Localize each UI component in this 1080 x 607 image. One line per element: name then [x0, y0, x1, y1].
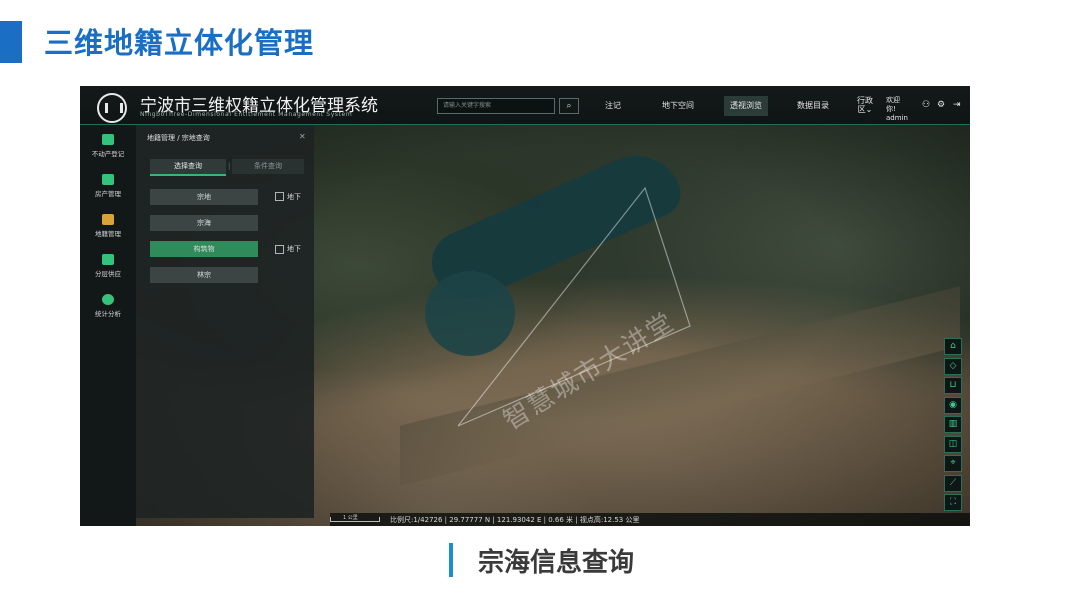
map-icon[interactable]: ▥	[944, 416, 962, 433]
search-icon[interactable]: ⌕	[559, 98, 579, 114]
chevron-down-icon: ⌄	[865, 105, 873, 114]
land-parcel-button[interactable]: 宗地	[150, 189, 258, 205]
basket-icon[interactable]: ⊔	[944, 377, 962, 394]
underground-label: 地下	[287, 193, 301, 201]
scale-label: 1 公里	[343, 515, 358, 521]
structure-button[interactable]: 构筑物	[150, 241, 258, 257]
sidebar-item-statistics[interactable]: 统计分析	[80, 294, 136, 318]
close-icon[interactable]: ✕	[299, 132, 306, 141]
user-icon[interactable]: ⚇	[922, 100, 930, 110]
app-header: 宁波市三维权籍立体化管理系统 NingboThree-Dimensional E…	[80, 86, 970, 125]
breadcrumb: 地籍管理 / 宗地查询	[147, 134, 210, 142]
home-icon[interactable]: ⌂	[944, 338, 962, 355]
user-name: admin	[886, 114, 908, 122]
app-screenshot: 智慧城市大讲堂 宁波市三维权籍立体化管理系统 NingboThree-Dimen…	[80, 86, 970, 526]
sidebar-item-label: 统计分析	[95, 310, 121, 318]
nav-catalog[interactable]: 数据目录	[788, 96, 838, 116]
user-info: 欢迎你! admin	[886, 96, 908, 123]
sidebar: 不动产登记 房产管理 地籍管理 分层供应 统计分析	[80, 125, 136, 526]
layers-icon	[102, 254, 114, 265]
slide-title: 三维地籍立体化管理	[44, 26, 315, 60]
nav-annotation[interactable]: 注记	[595, 96, 631, 116]
sidebar-item-registration[interactable]: 不动产登记	[80, 134, 136, 158]
fullscreen-icon[interactable]: ⛶	[944, 494, 962, 511]
building-grid-icon	[102, 134, 114, 145]
underground-label: 地下	[287, 245, 301, 253]
nav-underground[interactable]: 地下空间	[652, 96, 704, 116]
tag-icon[interactable]: ◇	[944, 358, 962, 375]
sidebar-item-label: 分层供应	[95, 270, 121, 278]
slide-caption: 宗海信息查询	[478, 548, 635, 578]
pie-chart-icon	[102, 294, 114, 305]
status-readout: 比例尺:1/42726 | 29.77777 N | 121.93042 E |…	[390, 516, 640, 524]
split-view-icon[interactable]: ◫	[944, 436, 962, 453]
nav-perspective[interactable]: 透视浏览	[724, 96, 768, 116]
locate-icon[interactable]: ⌖	[944, 455, 962, 472]
tab-select-query[interactable]: 选择查询	[150, 159, 226, 176]
sidebar-item-cadastral[interactable]: 地籍管理	[80, 214, 136, 238]
user-greeting: 欢迎你!	[886, 96, 900, 113]
query-panel: 地籍管理 / 宗地查询 ✕ 选择查询 | 条件查询 宗地 地下 宗海 构筑物 地…	[136, 125, 314, 518]
underground-checkbox[interactable]	[275, 245, 284, 254]
sidebar-item-layered-supply[interactable]: 分层供应	[80, 254, 136, 278]
forest-parcel-button[interactable]: 林宗	[150, 267, 258, 283]
sea-area-button[interactable]: 宗海	[150, 215, 258, 231]
caption-bar	[449, 543, 453, 577]
app-logo-icon	[97, 93, 127, 123]
status-bar: 1 公里 比例尺:1/42726 | 29.77777 N | 121.9304…	[330, 513, 970, 526]
eye-icon[interactable]: ◉	[944, 397, 962, 414]
app-subtitle: NingboThree-Dimensional Entitlement Mana…	[140, 111, 353, 118]
tab-condition-query[interactable]: 条件查询	[232, 159, 304, 174]
logout-icon[interactable]: ⇥	[953, 100, 961, 110]
scale-bar: 1 公里	[330, 515, 380, 522]
nav-district[interactable]: 行政区⌄	[854, 96, 876, 116]
sidebar-item-label: 房产管理	[95, 190, 121, 198]
search-input[interactable]: 请输入关键字搜索	[437, 98, 555, 114]
sidebar-item-label: 地籍管理	[95, 230, 121, 238]
sidebar-item-housing[interactable]: 房产管理	[80, 174, 136, 198]
ruler-icon[interactable]: ⟋	[944, 475, 962, 492]
tab-divider: |	[228, 162, 231, 170]
slide-title-bar	[0, 21, 22, 63]
house-icon	[102, 174, 114, 185]
gear-icon[interactable]: ⚙	[937, 100, 945, 110]
underground-checkbox[interactable]	[275, 192, 284, 201]
parcel-icon	[102, 214, 114, 225]
sidebar-item-label: 不动产登记	[91, 150, 125, 158]
